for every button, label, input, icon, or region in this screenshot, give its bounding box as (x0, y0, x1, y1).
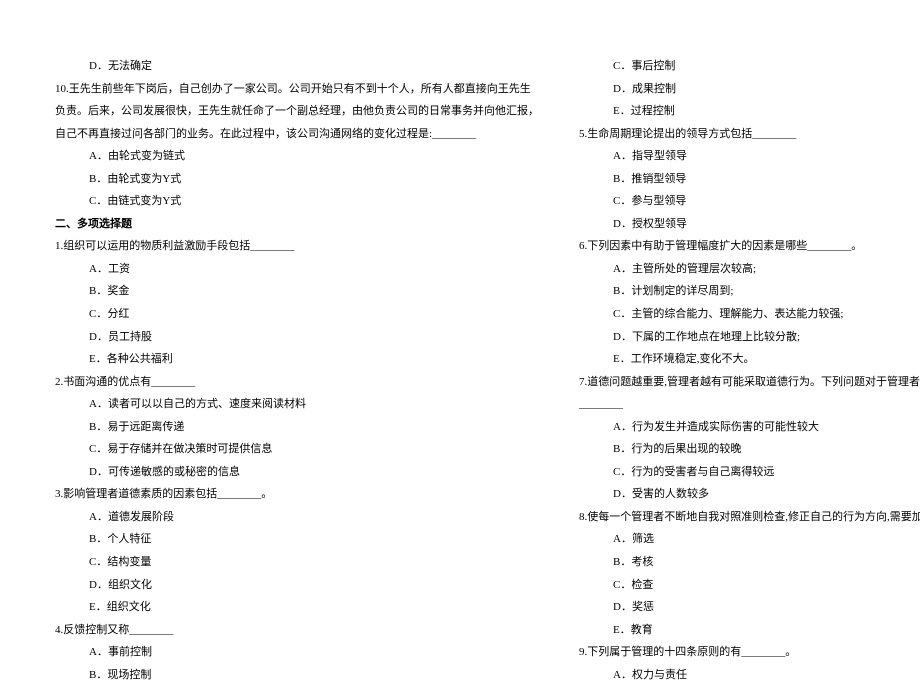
option-item: C．结构变量 (55, 551, 539, 574)
option-item: A．读者可以以自己的方式、速度来阅读材料 (55, 393, 539, 416)
question-9: 9.下列属于管理的十四条原则的有________。 (579, 641, 920, 664)
option-item: C．参与型领导 (579, 190, 920, 213)
option-item: E．各种公共福利 (55, 348, 539, 371)
option-item: C．分红 (55, 303, 539, 326)
option-item: B．推销型领导 (579, 168, 920, 191)
option-item: E．教育 (579, 619, 920, 642)
option-item: A．行为发生并造成实际伤害的可能性较大 (579, 416, 920, 439)
question-4: 4.反馈控制又称________ (55, 619, 539, 642)
option-item: D．可传递敏感的或秘密的信息 (55, 461, 539, 484)
option-item: D．组织文化 (55, 574, 539, 597)
option-item: B．由轮式变为Y式 (55, 168, 539, 191)
option-item: A．事前控制 (55, 641, 539, 664)
option-item: C．主管的综合能力、理解能力、表达能力较强; (579, 303, 920, 326)
option-item: C．检查 (579, 574, 920, 597)
option-item: B．计划制定的详尽周到; (579, 280, 920, 303)
option-item: B．个人特征 (55, 528, 539, 551)
left-column: D．无法确定 10.王先生前些年下岗后，自己创办了一家公司。公司开始只有不到十个… (55, 55, 539, 626)
question-7: 7.道德问题越重要,管理者越有可能采取道德行为。下列问题对于管理者而言道德问题强… (579, 371, 920, 394)
option-item: B．奖金 (55, 280, 539, 303)
option-item: A．道德发展阶段 (55, 506, 539, 529)
right-column: C．事后控制 D．成果控制 E．过程控制 5.生命周期理论提出的领导方式包括__… (579, 55, 920, 626)
question-1: 1.组织可以运用的物质利益激励手段包括________ (55, 235, 539, 258)
option-item: A．由轮式变为链式 (55, 145, 539, 168)
option-item: B．易于远距离传递 (55, 416, 539, 439)
question-2: 2.书面沟通的优点有________ (55, 371, 539, 394)
option-item: A．筛选 (579, 528, 920, 551)
option-item: C．易于存储并在做决策时可提供信息 (55, 438, 539, 461)
option-item: C．行为的受害者与自己离得较远 (579, 461, 920, 484)
section-title-multi-choice: 二、多项选择题 (55, 213, 539, 236)
question-6: 6.下列因素中有助于管理幅度扩大的因素是哪些________。 (579, 235, 920, 258)
option-item: E．过程控制 (579, 100, 920, 123)
option-item: A．工资 (55, 258, 539, 281)
option-item: D．奖惩 (579, 596, 920, 619)
option-item: D．受害的人数较多 (579, 483, 920, 506)
option-item: C．由链式变为Y式 (55, 190, 539, 213)
two-column-layout: D．无法确定 10.王先生前些年下岗后，自己创办了一家公司。公司开始只有不到十个… (55, 55, 875, 626)
option-item: A．主管所处的管理层次较高; (579, 258, 920, 281)
option-item: B．行为的后果出现的较晚 (579, 438, 920, 461)
question-5: 5.生命周期理论提出的领导方式包括________ (579, 123, 920, 146)
option-item: D．授权型领导 (579, 213, 920, 236)
question-8: 8.使每一个管理者不断地自我对照准则检查,修正自己的行为方向,需要加强哪些方面_… (579, 506, 920, 529)
question-10: 10.王先生前些年下岗后，自己创办了一家公司。公司开始只有不到十个人，所有人都直… (55, 78, 539, 101)
option-item: D．成果控制 (579, 78, 920, 101)
question-3: 3.影响管理者道德素质的因素包括________。 (55, 483, 539, 506)
option-item: A．指导型领导 (579, 145, 920, 168)
option-item: D．无法确定 (55, 55, 539, 78)
option-item: D．员工持股 (55, 326, 539, 349)
option-item: E．组织文化 (55, 596, 539, 619)
option-item: C．事后控制 (579, 55, 920, 78)
question-10-cont: 自己不再直接过问各部门的业务。在此过程中，该公司沟通网络的变化过程是:_____… (55, 123, 539, 146)
option-item: B．考核 (579, 551, 920, 574)
option-item: D．下属的工作地点在地理上比较分散; (579, 326, 920, 349)
question-7-blank: ________ (579, 393, 920, 416)
question-10-cont: 负责。后来，公司发展很快，王先生就任命了一个副总经理，由他负责公司的日常事务并向… (55, 100, 539, 123)
option-item: A．权力与责任 (579, 664, 920, 686)
option-item: B．现场控制 (55, 664, 539, 686)
option-item: E．工作环境稳定,变化不大。 (579, 348, 920, 371)
